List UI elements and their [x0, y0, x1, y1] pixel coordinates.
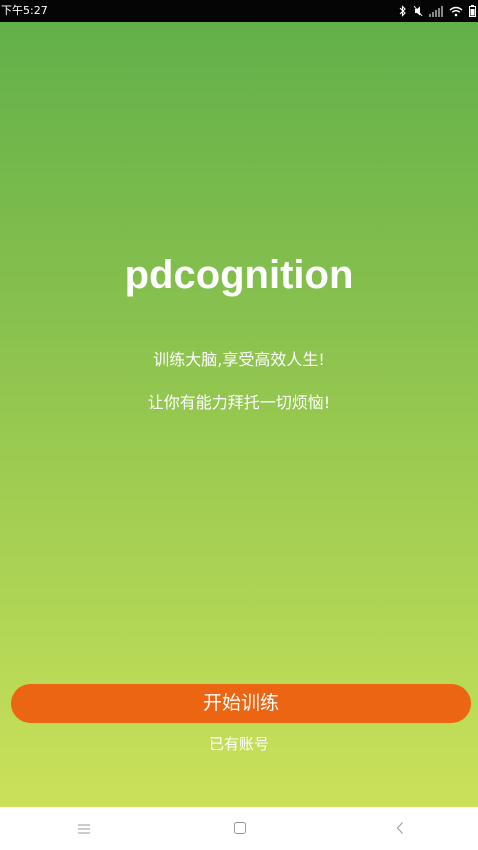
battery-icon — [469, 5, 476, 17]
mute-icon — [413, 5, 423, 17]
start-training-button[interactable]: 开始训练 — [11, 684, 471, 723]
existing-account-link[interactable]: 已有账号 — [0, 733, 478, 755]
splash-screen: 下午5:27 pdcognition 训练大脑,享受高效人生! 让你有能力拜托一… — [0, 0, 478, 850]
nav-menu-button[interactable] — [54, 807, 114, 850]
bluetooth-icon — [399, 5, 407, 17]
splash-background: pdcognition 训练大脑,享受高效人生! 让你有能力拜托一切烦恼! 开始… — [0, 22, 478, 807]
nav-back-button[interactable] — [370, 807, 430, 850]
app-title: pdcognition — [124, 253, 354, 297]
tagline-secondary: 让你有能力拜托一切烦恼! — [147, 393, 331, 412]
tagline-primary: 训练大脑,享受高效人生! — [153, 350, 325, 369]
status-icons — [399, 0, 476, 22]
nav-home-button[interactable] — [210, 807, 270, 850]
signal-icon — [429, 5, 443, 17]
home-icon — [234, 819, 246, 838]
menu-icon — [78, 819, 90, 838]
status-time: 下午5:27 — [1, 4, 48, 17]
status-bar: 下午5:27 — [0, 0, 478, 22]
back-icon — [396, 819, 404, 838]
navigation-bar — [0, 807, 478, 850]
wifi-icon — [449, 6, 463, 17]
